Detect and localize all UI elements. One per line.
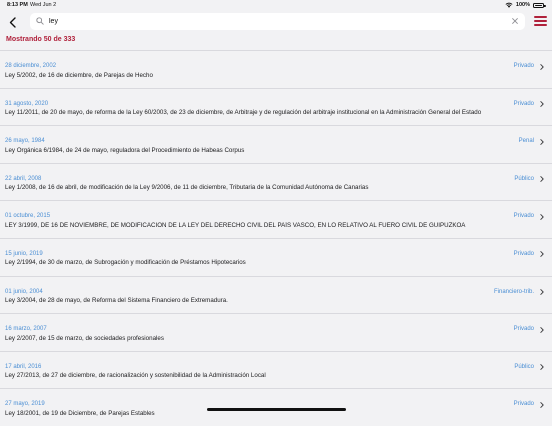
battery-icon: [533, 3, 544, 8]
list-item[interactable]: 16 marzo, 2007 Privado Ley 2/2007, de 15 d…: [0, 313, 552, 351]
search-icon: [36, 17, 44, 25]
chevron-right-icon: [540, 139, 544, 145]
chevron-right-icon: [540, 402, 544, 408]
results-list: 28 diciembre, 2002 Privado Ley 5/2002, de …: [0, 50, 552, 426]
item-title: Ley Orgánica 6/1984, de 24 de mayo, regu…: [5, 147, 535, 154]
item-category: Privado: [514, 101, 534, 107]
item-category: Privado: [514, 63, 534, 69]
item-title: Ley 3/2004, de 28 de mayo, de Reforma de…: [5, 297, 535, 304]
battery-percent: 100%: [516, 2, 530, 8]
home-indicator: [207, 408, 346, 411]
back-button[interactable]: [5, 14, 19, 30]
search-input[interactable]: [49, 14, 509, 29]
status-bar: 8:13 PM Wed Jun 2 100%: [0, 0, 552, 10]
result-count: Mostrando 50 de 333: [6, 36, 75, 43]
item-category: Público: [514, 176, 534, 182]
item-title: Ley 2/1994, de 30 de marzo, de Subrogaci…: [5, 259, 535, 266]
item-category: Penal: [519, 138, 534, 144]
item-date: 28 diciembre, 2002: [5, 63, 56, 69]
chevron-right-icon: [540, 364, 544, 370]
item-category: Público: [514, 364, 534, 370]
list-item[interactable]: 26 mayo, 1984 Penal Ley Orgánica 6/1984, d…: [0, 125, 552, 163]
search-field[interactable]: [30, 13, 525, 30]
item-category: Privado: [514, 326, 534, 332]
item-date: 17 abril, 2016: [5, 364, 41, 370]
item-category: Privado: [514, 401, 534, 407]
item-date: 15 junio, 2019: [5, 251, 43, 257]
item-date: 16 marzo, 2007: [5, 326, 47, 332]
clear-icon[interactable]: [511, 17, 519, 25]
list-item[interactable]: 31 agosto, 2020 Privado Ley 11/2011, de 20…: [0, 88, 552, 126]
list-item[interactable]: 01 junio, 2004 Financiero-trib. Ley 3/2004…: [0, 276, 552, 314]
status-time: 8:13 PM: [7, 2, 28, 8]
list-item[interactable]: 15 junio, 2019 Privado Ley 2/1994, de 30 d…: [0, 238, 552, 276]
item-title: LEY 3/1999, DE 16 DE NOVIEMBRE, DE MODIF…: [5, 222, 535, 229]
chevron-right-icon: [540, 176, 544, 182]
menu-line: [534, 20, 547, 22]
status-right: 100%: [505, 2, 544, 8]
chevron-right-icon: [540, 64, 544, 70]
status-date: Wed Jun 2: [30, 2, 56, 8]
list-item[interactable]: 01 octubre, 2015 Privado LEY 3/1999, DE 16…: [0, 200, 552, 238]
chevron-right-icon: [540, 251, 544, 257]
chevron-left-icon: [9, 17, 16, 28]
item-date: 01 octubre, 2015: [5, 213, 50, 219]
wifi-icon: [505, 2, 513, 8]
item-date: 27 mayo, 2019: [5, 401, 45, 407]
menu-line: [534, 16, 547, 18]
item-title: Ley 27/2013, de 27 de diciembre, de raci…: [5, 372, 535, 379]
item-category: Financiero-trib.: [494, 289, 534, 295]
item-date: 26 mayo, 1984: [5, 138, 45, 144]
item-title: Ley 5/2002, de 16 de diciembre, de Parej…: [5, 72, 535, 79]
navigation-bar: [0, 11, 552, 33]
item-date: 01 junio, 2004: [5, 289, 43, 295]
list-item[interactable]: 17 abril, 2016 Público Ley 27/2013, de 27 …: [0, 351, 552, 389]
item-title: Ley 2/2007, de 15 de marzo, de sociedade…: [5, 335, 535, 342]
chevron-right-icon: [540, 214, 544, 220]
hamburger-menu-icon[interactable]: [534, 16, 547, 27]
item-title: Ley 11/2011, de 20 de mayo, de reforma d…: [5, 109, 535, 116]
chevron-right-icon: [540, 101, 544, 107]
chevron-right-icon: [540, 289, 544, 295]
chevron-right-icon: [540, 327, 544, 333]
item-title: Ley 1/2008, de 16 de abril, de modificac…: [5, 184, 535, 191]
list-item[interactable]: 28 diciembre, 2002 Privado Ley 5/2002, de …: [0, 50, 552, 88]
item-date: 22 abril, 2008: [5, 176, 41, 182]
list-item[interactable]: 22 abril, 2008 Público Ley 1/2008, de 16 d…: [0, 163, 552, 201]
item-category: Privado: [514, 251, 534, 257]
item-category: Privado: [514, 213, 534, 219]
item-date: 31 agosto, 2020: [5, 101, 48, 107]
menu-line: [534, 24, 547, 26]
